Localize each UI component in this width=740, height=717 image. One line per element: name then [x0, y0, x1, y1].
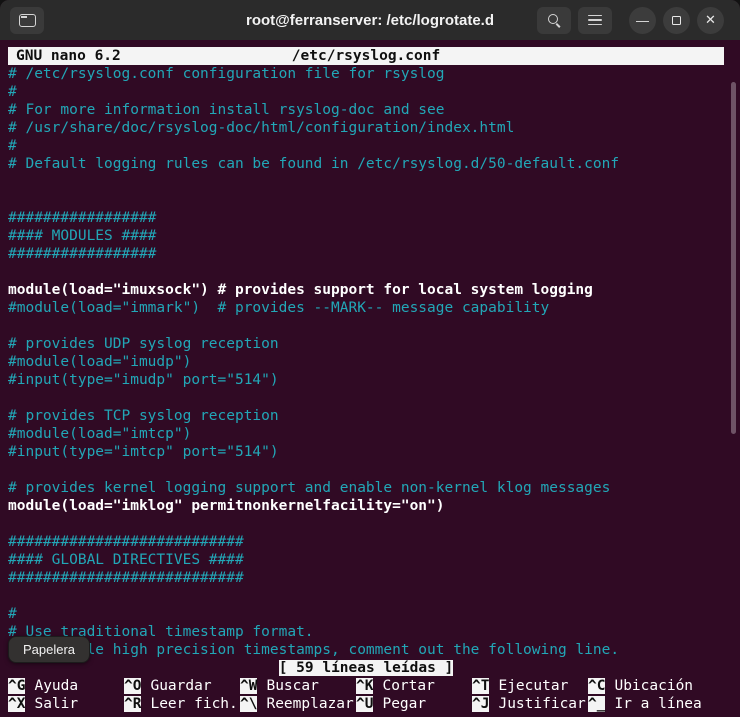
shortcut-key: ^K	[356, 678, 374, 694]
shortcut-key: ^_	[588, 696, 606, 712]
editor-line: module(load="imuxsock") # provides suppo…	[8, 282, 593, 298]
titlebar-actions: — ✕	[537, 6, 724, 34]
nano-filename: /etc/rsyslog.conf	[291, 48, 441, 64]
editor-line: ###########################	[8, 534, 244, 550]
shortcut-item[interactable]: ^O Guardar	[124, 677, 240, 695]
editor-line: #module(load="imtcp")	[8, 426, 192, 442]
shortcut-label: Ayuda	[34, 678, 79, 694]
shortcut-item[interactable]: ^K Cortar	[356, 677, 472, 695]
shortcut-label: Buscar	[266, 678, 319, 694]
shortcut-item[interactable]: ^G Ayuda	[8, 677, 124, 695]
shortcut-label: Ir a línea	[614, 696, 702, 712]
shortcut-row-2: ^X Salir ^R Leer fich. ^\ Reemplazar ^U Pegar ^J…	[8, 695, 740, 713]
search-button[interactable]	[537, 6, 571, 34]
terminal-window: root@ferranserver: /etc/logrotate.d — ✕ …	[0, 0, 740, 717]
shortcut-key: ^C	[588, 678, 606, 694]
shortcut-item[interactable]: ^T Ejecutar	[472, 677, 588, 695]
shortcut-item[interactable]: ^U Pegar	[356, 695, 472, 713]
shortcut-key: ^U	[356, 696, 374, 712]
editor-line: # provides kernel logging support and en…	[8, 480, 611, 496]
shortcut-key: ^J	[472, 696, 490, 712]
shortcut-item[interactable]: ^R Leer fich.	[124, 695, 240, 713]
editor-line: # provides TCP syslog reception	[8, 408, 279, 424]
editor-line: # /usr/share/doc/rsyslog-doc/html/config…	[8, 120, 515, 136]
search-icon	[547, 13, 562, 28]
editor-line: module(load="imklog" permitnonkernelfaci…	[8, 498, 445, 514]
shortcut-item[interactable]: ^X Salir	[8, 695, 124, 713]
scrollbar[interactable]	[729, 82, 738, 711]
shortcut-key: ^\	[240, 696, 258, 712]
editor-line: #	[8, 138, 17, 154]
scrollbar-thumb[interactable]	[731, 82, 736, 435]
maximize-icon	[672, 15, 681, 25]
nano-statusline: [ 59 líneas leídas ]	[8, 659, 724, 677]
editor-line: # /etc/rsyslog.conf configuration file f…	[8, 66, 445, 82]
editor-line: #	[8, 606, 17, 622]
shortcut-label: Leer fich.	[150, 696, 238, 712]
editor-line: #input(type="imudp" port="514")	[8, 372, 279, 388]
nano-titlebar: GNU nano 6.2 /etc/rsyslog.conf	[8, 47, 724, 65]
maximize-button[interactable]	[663, 6, 690, 34]
close-button[interactable]: ✕	[697, 6, 724, 34]
shortcut-label: Salir	[34, 696, 79, 712]
editor-line: #### GLOBAL DIRECTIVES ####	[8, 552, 244, 568]
shortcut-label: Guardar	[150, 678, 212, 694]
hamburger-icon	[588, 14, 602, 26]
shortcut-label: Ejecutar	[498, 678, 569, 694]
shortcut-key: ^X	[8, 696, 26, 712]
shortcut-label: Pegar	[382, 696, 427, 712]
editor-line: # provides UDP syslog reception	[8, 336, 279, 352]
shortcut-label: Ubicación	[614, 678, 694, 694]
editor-line: #################	[8, 210, 157, 226]
editor-line: #################	[8, 246, 157, 262]
shortcut-item[interactable]: ^C Ubicación	[588, 677, 704, 695]
shortcut-label: Reemplazar	[266, 696, 354, 712]
editor-line: #module(load="imudp")	[8, 354, 192, 370]
trash-tooltip: Papelera	[8, 636, 91, 663]
editor-line: # Default logging rules can be found in …	[8, 156, 620, 172]
titlebar[interactable]: root@ferranserver: /etc/logrotate.d — ✕	[0, 0, 740, 40]
status-message: [ 59 líneas leídas ]	[278, 660, 454, 676]
shortcut-key: ^R	[124, 696, 142, 712]
menu-button[interactable]	[578, 6, 612, 34]
shortcut-label: Justificar	[498, 696, 586, 712]
minimize-button[interactable]: —	[629, 6, 656, 34]
editor-line: #module(load="immark") # provides --MARK…	[8, 300, 550, 316]
shortcut-row-1: ^G Ayuda ^O Guardar ^W Buscar ^K Cortar ^T Ejecut…	[8, 677, 740, 695]
editor-line: # Use traditional timestamp format.	[8, 624, 314, 640]
shortcut-item[interactable]: ^W Buscar	[240, 677, 356, 695]
shortcut-label: Cortar	[382, 678, 435, 694]
editor-line: ###########################	[8, 570, 244, 586]
editor-line: # For more information install rsyslog-d…	[8, 102, 445, 118]
shortcut-key: ^G	[8, 678, 26, 694]
shortcut-key: ^O	[124, 678, 142, 694]
shortcut-key: ^W	[240, 678, 258, 694]
editor-line: #input(type="imtcp" port="514")	[8, 444, 279, 460]
shortcut-key: ^T	[472, 678, 490, 694]
new-tab-icon	[18, 13, 36, 27]
shortcut-item[interactable]: ^J Justificar	[472, 695, 588, 713]
terminal-screen[interactable]: GNU nano 6.2 /etc/rsyslog.conf # /etc/rs…	[0, 40, 740, 717]
shortcut-item[interactable]: ^_ Ir a línea	[588, 695, 704, 713]
shortcut-item[interactable]: ^\ Reemplazar	[240, 695, 356, 713]
editor-line: #	[8, 84, 17, 100]
editor-lines: # /etc/rsyslog.conf configuration file f…	[8, 65, 740, 659]
new-tab-button[interactable]	[10, 6, 44, 34]
editor-line: # To enable high precision timestamps, c…	[8, 642, 620, 658]
editor-line: #### MODULES ####	[8, 228, 157, 244]
